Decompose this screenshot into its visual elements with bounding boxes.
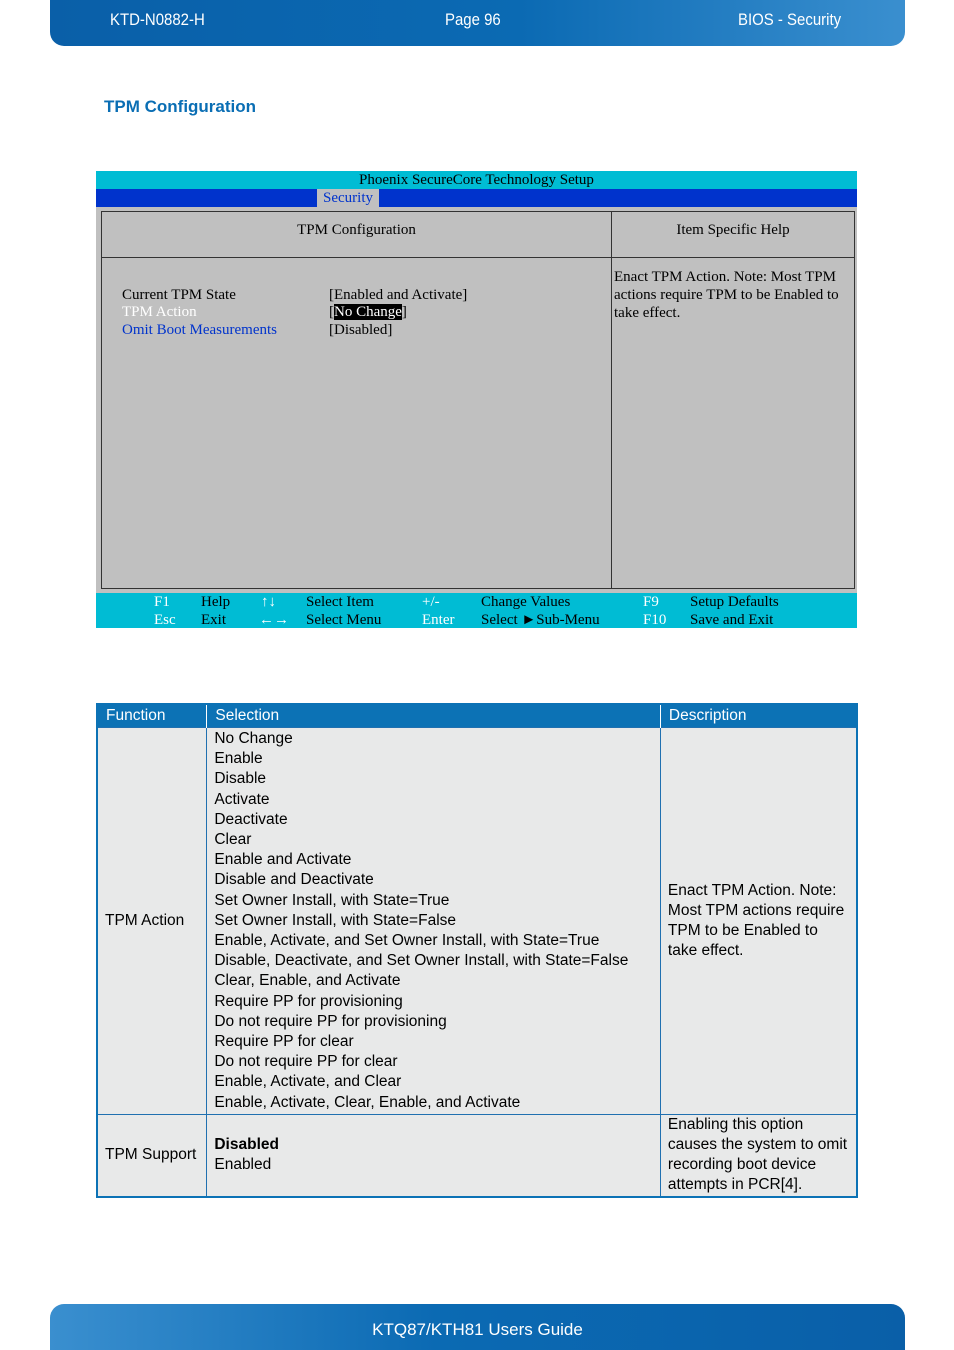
selection-option: Clear xyxy=(214,831,252,849)
table-header-row: Function Selection Description xyxy=(97,704,857,728)
selection-cell: Disabled Enabled xyxy=(206,1113,661,1198)
item-tpm-action-value[interactable]: [No Change] xyxy=(329,304,407,321)
key-f1: F1 xyxy=(154,594,170,610)
selection-option: Disabled xyxy=(214,1136,279,1154)
options-table: Function Selection Description TPM Actio… xyxy=(96,703,858,1198)
header-function: Function xyxy=(97,704,207,728)
selection-option: Deactivate xyxy=(214,810,288,828)
selection-option: Enable xyxy=(214,750,263,768)
bios-left-heading: TPM Configuration xyxy=(297,222,416,238)
item-help-text: Enact TPM Action. Note: Most TPM actions… xyxy=(614,269,839,321)
key-f10-action: Save and Exit xyxy=(690,612,774,628)
arrow-left-right-icon: ←→ xyxy=(259,612,289,628)
tab-security[interactable]: Security xyxy=(317,189,379,207)
selection-option: Disable and Deactivate xyxy=(214,871,374,889)
selection-option: Set Owner Install, with State=True xyxy=(214,891,450,909)
bios-title: Phoenix SecureCore Technology Setup xyxy=(96,171,857,189)
page-header: KTD-N0882-H Page 96 BIOS - Security xyxy=(50,0,905,46)
selection-option: Enable, Activate, and Set Owner Install,… xyxy=(214,932,600,950)
bios-screenshot: Phoenix SecureCore Technology Setup Secu… xyxy=(96,171,857,628)
selection-option: Do not require PP for provisioning xyxy=(214,1012,447,1030)
selection-cell: No Change Enable Disable Activate Deactivate… xyxy=(206,727,661,1115)
header-section: BIOS - Security xyxy=(738,10,842,29)
selection-option: Enable, Activate, Clear, Enable, and Act… xyxy=(214,1093,521,1111)
selected-value[interactable]: No Change xyxy=(334,304,402,320)
bios-right-heading: Item Specific Help xyxy=(676,222,790,238)
table-row: TPM Support Disabled Enabled Enabling thi… xyxy=(96,1113,858,1198)
item-current-tpm-state-value: [Enabled and Activate] xyxy=(329,287,468,303)
item-omit-boot-measurements-value[interactable]: [Disabled] xyxy=(329,322,392,339)
key-plus-minus: +/- xyxy=(422,594,440,610)
key-updown-action: Select Item xyxy=(306,594,374,610)
key-f9: F9 xyxy=(643,594,659,610)
header-description: Description xyxy=(659,704,857,728)
function-cell: TPM Action xyxy=(96,727,208,1115)
divider xyxy=(611,212,612,588)
selection-option: Enable and Activate xyxy=(214,851,352,869)
key-f10: F10 xyxy=(643,612,667,628)
item-tpm-action-label[interactable]: TPM Action xyxy=(122,304,197,321)
footer-title: KTQ87/KTH81 Users Guide xyxy=(372,1320,583,1339)
bios-key-legend: F1 Help Esc Exit ↑↓ Select Item ←→ Selec… xyxy=(96,593,857,628)
arrow-up-down-icon: ↑↓ xyxy=(261,594,276,610)
key-esc-action: Exit xyxy=(201,612,226,628)
selection-option: Set Owner Install, with State=False xyxy=(214,911,457,929)
selection-option: Disable xyxy=(214,770,267,788)
selection-option: Disable, Deactivate, and Set Owner Insta… xyxy=(214,952,629,970)
selection-option: Do not require PP for clear xyxy=(214,1053,398,1071)
key-leftright-action: Select Menu xyxy=(306,612,382,628)
key-f9-action: Setup Defaults xyxy=(690,594,779,610)
selection-option: No Change xyxy=(214,730,293,747)
description-cell: Enabling this option causes the system t… xyxy=(659,1113,858,1198)
key-f1-action: Help xyxy=(201,594,231,610)
page-footer: KTQ87/KTH81 Users Guide xyxy=(50,1304,905,1350)
divider xyxy=(102,257,854,258)
item-current-tpm-state-label: Current TPM State xyxy=(122,287,236,303)
bios-frame: TPM Configuration Item Specific Help Cur… xyxy=(101,211,855,589)
header-selection: Selection xyxy=(206,704,661,728)
bracket: ] xyxy=(401,304,407,320)
doc-id: KTD-N0882-H xyxy=(110,10,205,29)
key-enter: Enter xyxy=(422,612,455,628)
table-row: TPM Action No Change Enable Disable Activat… xyxy=(96,727,858,1115)
selection-option: Enabled xyxy=(214,1156,272,1174)
key-esc: Esc xyxy=(154,612,176,628)
key-plusminus-action: Change Values xyxy=(481,594,571,610)
description-cell: Enact TPM Action. Note: Most TPM actions… xyxy=(659,727,858,1115)
function-cell: TPM Support xyxy=(96,1113,208,1198)
page-number: Page 96 xyxy=(445,10,501,29)
selection-option: Clear, Enable, and Activate xyxy=(214,972,401,990)
selection-option: Require PP for provisioning xyxy=(214,992,403,1010)
bios-menu-bar: Security xyxy=(96,189,857,207)
selection-option: Require PP for clear xyxy=(214,1033,354,1051)
selection-option: Enable, Activate, and Clear xyxy=(214,1073,402,1091)
section-title: TPM Configuration xyxy=(104,97,257,116)
key-enter-action: Select ►Sub-Menu xyxy=(481,612,600,628)
selection-option: Activate xyxy=(214,790,270,808)
item-omit-boot-measurements-label[interactable]: Omit Boot Measurements xyxy=(122,322,277,339)
